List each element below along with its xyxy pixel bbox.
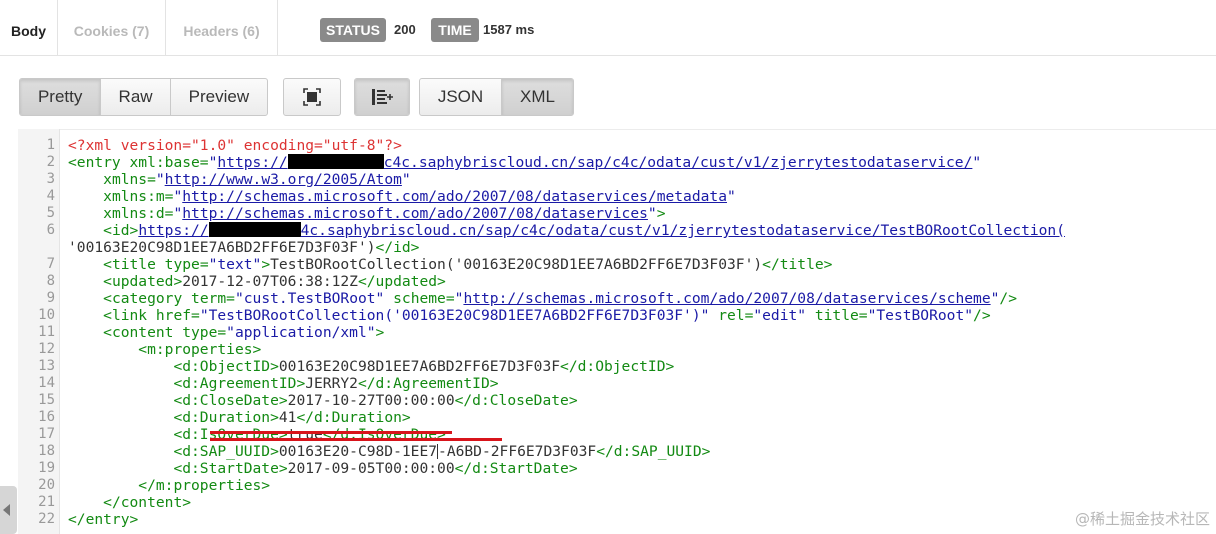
tab-body[interactable]: Body [0, 0, 58, 56]
time-value: 1587 ms [483, 22, 535, 37]
line-number: 9 [46, 290, 55, 306]
raw-button[interactable]: Raw [101, 79, 171, 115]
code-line: 20 </m:properties> [0, 477, 1216, 494]
redacted-host [208, 222, 301, 237]
code-line: '00163E20C98D1EE7A6BD2FF6E7D3F03F')</id> [0, 239, 1216, 256]
code-text: <entry xml:base="https://c4c.saphybriscl… [68, 154, 982, 171]
code-text: xmlns="http://www.w3.org/2005/Atom" [103, 171, 411, 188]
code-line: 13 <d:ObjectID>00163E20C98D1EE7A6BD2FF6E… [0, 358, 1216, 375]
wrap-lines-icon [372, 89, 393, 105]
code-line: 14 <d:AgreementID>JERRY2</d:AgreementID> [0, 375, 1216, 392]
tab-headers[interactable]: Headers (6) [166, 0, 278, 56]
line-number: 20 [38, 477, 55, 493]
xml-button[interactable]: XML [502, 79, 573, 115]
line-number: 19 [38, 460, 55, 476]
format-group: JSON XML [419, 78, 574, 116]
line-number: 6 [46, 222, 55, 238]
pretty-button[interactable]: Pretty [20, 79, 102, 115]
code-line: 4 xmlns:m="http://schemas.microsoft.com/… [0, 188, 1216, 205]
code-text: <d:Duration>41</d:Duration> [173, 409, 411, 426]
code-line: 12 <m:properties> [0, 341, 1216, 358]
code-text: <d:ObjectID>00163E20C98D1EE7A6BD2FF6E7D3… [173, 358, 675, 375]
line-number: 8 [46, 273, 55, 289]
code-text: <content type="application/xml"> [103, 324, 385, 341]
line-number: 21 [38, 494, 55, 510]
line-number: 17 [38, 426, 55, 442]
line-number: 1 [46, 137, 55, 153]
view-mode-group: Pretty Raw Preview [19, 78, 268, 116]
xml-response-body: 1 <?xml version="1.0" encoding="utf-8"?> … [0, 137, 1216, 528]
response-tabs: Body Cookies (7) Headers (6) STATUS 200 … [0, 0, 1216, 56]
code-text: </entry> [68, 511, 139, 528]
code-text: '00163E20C98D1EE7A6BD2FF6E7D3F03F')</id> [68, 239, 420, 256]
code-text: <updated>2017-12-07T06:38:12Z</updated> [103, 273, 446, 290]
line-number: 5 [46, 205, 55, 221]
code-line: 7 <title type="text">TestBORootCollectio… [0, 256, 1216, 273]
redacted-host [287, 154, 384, 169]
code-line: 5 xmlns:d="http://schemas.microsoft.com/… [0, 205, 1216, 222]
code-text: xmlns:m="http://schemas.microsoft.com/ad… [103, 188, 736, 205]
code-line: 9 <category term="cust.TestBORoot" schem… [0, 290, 1216, 307]
line-number: 15 [38, 392, 55, 408]
code-line: 15 <d:CloseDate>2017-10-27T00:00:00</d:C… [0, 392, 1216, 409]
code-text: xmlns:d="http://schemas.microsoft.com/ad… [103, 205, 666, 222]
code-text: <id>https://4c.saphybriscloud.cn/sap/c4c… [103, 222, 1066, 239]
line-number: 18 [38, 443, 55, 459]
line-number: 2 [46, 154, 55, 170]
code-line: 2 <entry xml:base="https://c4c.saphybrisc… [0, 154, 1216, 171]
code-text: </m:properties> [138, 477, 271, 494]
code-line: 19 <d:StartDate>2017-09-05T00:00:00</d:S… [0, 460, 1216, 477]
code-text: <m:properties> [138, 341, 262, 358]
code-text: <link href="TestBORootCollection('00163E… [103, 307, 991, 324]
annotation-underline [210, 438, 502, 441]
line-number: 7 [46, 256, 55, 272]
status-badge: STATUS [320, 18, 386, 42]
code-line: 8 <updated>2017-12-07T06:38:12Z</updated… [0, 273, 1216, 290]
side-panel-toggle[interactable] [0, 486, 17, 534]
annotation-underline [210, 431, 452, 434]
line-number: 11 [38, 324, 55, 340]
status-value: 200 [394, 22, 416, 37]
line-number: 13 [38, 358, 55, 374]
line-number: 22 [38, 511, 55, 527]
expand-icon [303, 88, 321, 106]
code-line: 10 <link href="TestBORootCollection('001… [0, 307, 1216, 324]
code-text: </content> [103, 494, 192, 511]
line-number: 4 [46, 188, 55, 204]
code-text: <d:SAP_UUID>00163E20-C98D-1EE7-A6BD-2FF6… [173, 443, 711, 460]
code-line: 21 </content> [0, 494, 1216, 511]
code-text: <title type="text">TestBORootCollection(… [103, 256, 833, 273]
code-line: 6 <id>https://4c.saphybriscloud.cn/sap/c… [0, 222, 1216, 239]
code-text: <?xml version="1.0" encoding="utf-8"?> [68, 137, 402, 154]
expand-group [283, 78, 341, 116]
expand-button[interactable] [284, 79, 340, 115]
code-line: 18 <d:SAP_UUID>00163E20-C98D-1EE7-A6BD-2… [0, 443, 1216, 460]
preview-button[interactable]: Preview [171, 79, 267, 115]
code-line: 22 </entry> [0, 511, 1216, 528]
code-text: <d:AgreementID>JERRY2</d:AgreementID> [173, 375, 499, 392]
code-line: 17 <d:IsOverDue>true</d:IsOverDue> [0, 426, 1216, 443]
time-badge: TIME [431, 18, 479, 42]
code-line: 11 <content type="application/xml"> [0, 324, 1216, 341]
line-number: 10 [38, 307, 55, 323]
code-text: <d:CloseDate>2017-10-27T00:00:00</d:Clos… [173, 392, 578, 409]
chevron-left-icon [3, 504, 10, 516]
code-text: <d:StartDate>2017-09-05T00:00:00</d:Star… [173, 460, 578, 477]
json-button[interactable]: JSON [420, 79, 502, 115]
line-number: 12 [38, 341, 55, 357]
line-number: 16 [38, 409, 55, 425]
line-number: 14 [38, 375, 55, 391]
code-line: 3 xmlns="http://www.w3.org/2005/Atom" [0, 171, 1216, 188]
code-line: 16 <d:Duration>41</d:Duration> [0, 409, 1216, 426]
wrap-lines-button[interactable] [355, 79, 409, 115]
code-text: <category term="cust.TestBORoot" scheme=… [103, 290, 1017, 307]
code-line: 1 <?xml version="1.0" encoding="utf-8"?> [0, 137, 1216, 154]
watermark: @稀土掘金技术社区 [1074, 510, 1210, 528]
line-number: 3 [46, 171, 55, 187]
wrap-group [354, 78, 410, 116]
tab-cookies[interactable]: Cookies (7) [58, 0, 166, 56]
